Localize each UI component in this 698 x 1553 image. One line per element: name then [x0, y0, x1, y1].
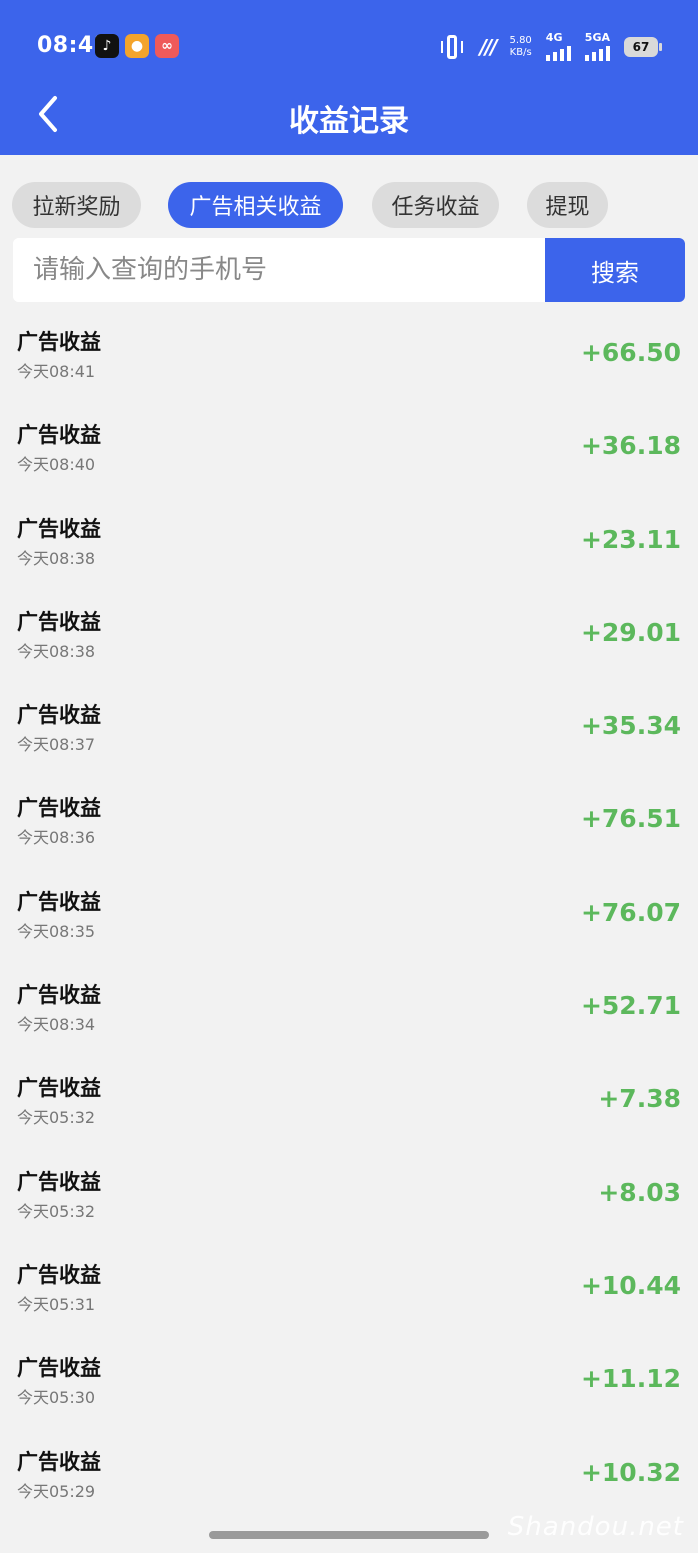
status-indicators: /// 5.80 KB/s 4G 5GA 67 — [438, 31, 662, 61]
record-title: 广告收益 — [17, 1356, 101, 1381]
record-title: 广告收益 — [17, 1169, 101, 1194]
map-pin-icon: ● — [125, 34, 149, 58]
record-amount: +8.03 — [598, 1177, 681, 1207]
app-screen: 08:43 ♪ ● ∞ /// 5.80 KB/s 4G 5GA 67 收益记录… — [0, 0, 698, 1553]
record-title: 广告收益 — [17, 889, 101, 914]
network-speed: 5.80 KB/s — [510, 35, 532, 59]
list-item: 广告收益今天08:38 +23.11 — [0, 499, 698, 592]
record-time: 今天05:29 — [17, 1481, 96, 1501]
list-item: 广告收益今天08:40 +36.18 — [0, 405, 698, 498]
record-time: 今天05:32 — [17, 1201, 96, 1221]
status-bar: 08:43 ♪ ● ∞ /// 5.80 KB/s 4G 5GA 67 — [0, 0, 698, 92]
signal-bars-icon — [545, 45, 571, 61]
record-amount: +52.71 — [580, 991, 681, 1021]
record-time: 今天08:38 — [17, 548, 96, 568]
list-item: 广告收益今天08:34 +52.71 — [0, 965, 698, 1058]
list-item: 广告收益今天05:32 +8.03 — [0, 1152, 698, 1245]
list-item: 广告收益今天08:41 +66.50 — [0, 312, 698, 405]
watermark: Shandou.net — [507, 1512, 684, 1542]
record-amount: +10.44 — [580, 1270, 681, 1300]
battery-icon: 67 — [624, 36, 662, 57]
record-time: 今天08:37 — [17, 735, 96, 755]
list-item: 广告收益今天08:38 +29.01 — [0, 592, 698, 685]
page-title: 收益记录 — [289, 104, 409, 139]
search-bar: 搜索 — [13, 238, 685, 302]
record-time: 今天08:35 — [17, 921, 96, 941]
search-button[interactable]: 搜索 — [545, 238, 685, 302]
tab-bar: 拉新奖励 广告相关收益 任务收益 提现 — [12, 182, 692, 228]
tiktok-icon: ♪ — [95, 34, 119, 58]
record-amount: +76.51 — [580, 804, 681, 834]
signal-bars-icon — [584, 45, 610, 61]
tab-referral-reward[interactable]: 拉新奖励 — [12, 182, 141, 228]
record-amount: +36.18 — [580, 431, 681, 461]
record-time: 今天08:40 — [17, 455, 96, 475]
signal-5ga: 5GA — [584, 31, 610, 61]
record-list: 广告收益 今天08:41 +66.50 广告收益 今天08:40 +36.18 广告收益 今天… — [0, 312, 698, 1525]
carrier-m-icon: /// — [479, 34, 498, 59]
record-amount: +7.38 — [598, 1084, 681, 1114]
tab-task-revenue[interactable]: 任务收益 — [372, 182, 499, 228]
list-item: 广告收益今天05:30 +11.12 — [0, 1338, 698, 1431]
record-amount: +29.01 — [580, 617, 681, 647]
record-title: 广告收益 — [17, 609, 101, 634]
tab-withdraw[interactable]: 提现 — [527, 182, 608, 228]
record-amount: +10.32 — [580, 1457, 681, 1487]
header: 08:43 ♪ ● ∞ /// 5.80 KB/s 4G 5GA 67 收益记录 — [0, 0, 698, 155]
record-title: 广告收益 — [17, 423, 101, 448]
record-title: 广告收益 — [17, 330, 101, 354]
network-speed-unit: KB/s — [509, 46, 532, 58]
record-amount: +76.07 — [580, 897, 681, 927]
record-time: 今天05:31 — [17, 1294, 96, 1314]
record-title: 广告收益 — [17, 703, 101, 728]
list-item: 广告收益今天05:29 +10.32 — [0, 1432, 698, 1525]
record-title: 广告收益 — [17, 796, 101, 821]
group-icon: ∞ — [155, 34, 179, 58]
signal-4g: 4G — [545, 31, 571, 61]
record-title: 广告收益 — [17, 1262, 101, 1287]
record-amount: +66.50 — [580, 338, 681, 367]
record-time: 今天05:30 — [17, 1388, 96, 1408]
record-time: 今天08:38 — [17, 641, 96, 661]
record-title: 广告收益 — [17, 1449, 101, 1474]
network-speed-value: 5.80 — [509, 34, 532, 46]
record-amount: +11.12 — [580, 1364, 681, 1394]
list-item: 广告收益今天08:36 +76.51 — [0, 778, 698, 871]
record-amount: +35.34 — [580, 711, 681, 741]
tab-ad-revenue[interactable]: 广告相关收益 — [168, 182, 343, 228]
nav-bar: 收益记录 — [0, 92, 698, 155]
list-item: 广告收益今天08:35 +76.07 — [0, 872, 698, 965]
list-item: 广告收益今天05:31 +10.44 — [0, 1245, 698, 1338]
home-indicator[interactable] — [209, 1531, 489, 1539]
list-item: 广告收益今天05:32 +7.38 — [0, 1058, 698, 1151]
record-title: 广告收益 — [17, 983, 101, 1008]
signal-4g-label: 4G — [545, 31, 563, 44]
record-title: 广告收益 — [17, 516, 101, 541]
record-time: 今天05:32 — [17, 1108, 96, 1128]
phone-search-input[interactable] — [13, 238, 545, 302]
record-time: 今天08:41 — [17, 362, 96, 381]
list-item: 广告收益今天08:37 +35.34 — [0, 685, 698, 778]
record-time: 今天08:34 — [17, 1015, 96, 1035]
record-time: 今天08:36 — [17, 828, 96, 848]
vibrate-icon — [438, 34, 466, 60]
record-amount: +23.11 — [580, 524, 681, 554]
record-title: 广告收益 — [17, 1076, 101, 1101]
signal-5ga-label: 5GA — [584, 31, 610, 44]
notification-icons: ♪ ● ∞ — [95, 34, 179, 58]
